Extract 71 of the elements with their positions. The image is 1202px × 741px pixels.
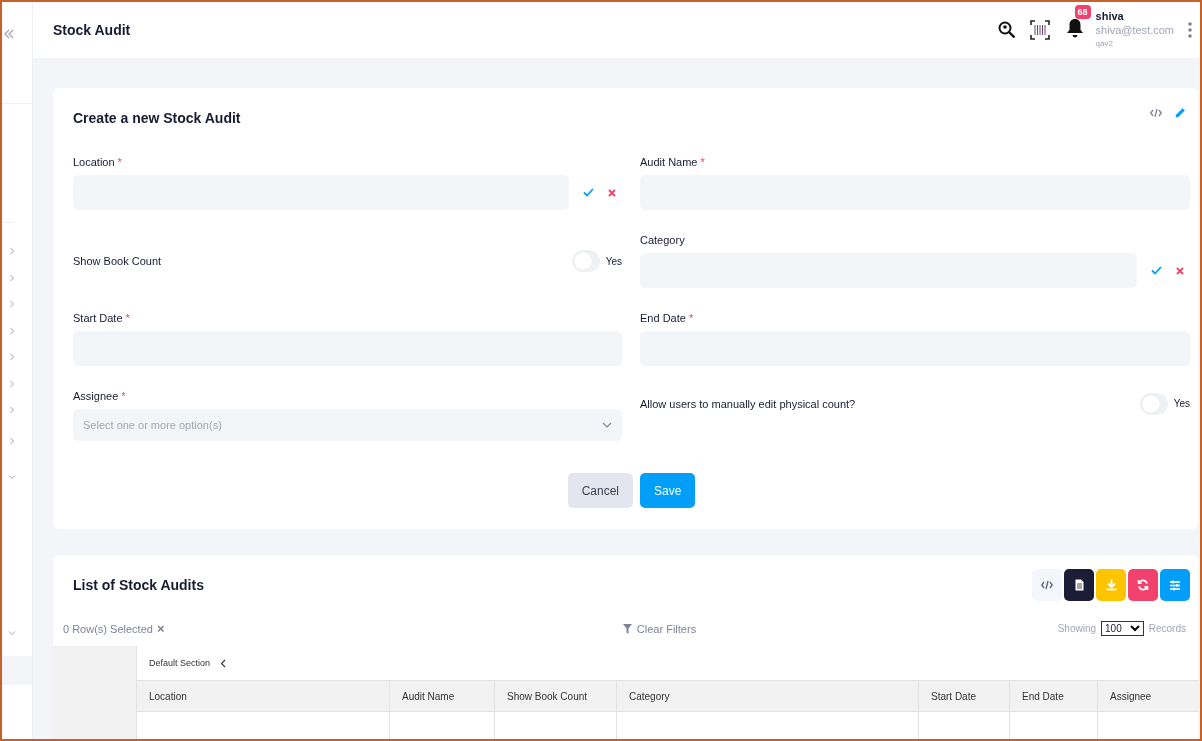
showing-label: Showing [1057,623,1097,634]
bell-icon[interactable] [1065,18,1084,38]
form-title: Create a new Stock Audit [73,110,241,126]
toggle-value-label: Yes [1173,398,1190,409]
field-label: Start Date [73,312,123,324]
document-button[interactable] [1064,569,1094,601]
check-icon[interactable] [583,188,594,197]
column-header[interactable]: Show Book Count [494,680,616,712]
required-marker: * [700,156,705,168]
collapse-icon[interactable] [4,29,14,39]
code-button[interactable] [1032,569,1062,601]
close-icon[interactable] [608,188,616,197]
chevron-right-icon[interactable] [8,300,16,309]
column-header[interactable]: Start Date [918,680,1009,712]
close-icon[interactable] [1176,266,1184,275]
page-title: Stock Audit [53,22,131,38]
column-header[interactable]: Category [616,680,918,712]
required-marker: * [121,390,126,402]
columns-button[interactable] [1160,569,1190,601]
cancel-button[interactable]: Cancel [567,473,633,508]
chevron-right-icon[interactable] [8,326,16,335]
column-header[interactable]: Location [136,680,389,712]
chevron-left-icon[interactable] [220,658,227,668]
field-label: Location [73,156,115,168]
download-icon [1105,579,1117,591]
clear-selection-button[interactable]: × [156,621,165,636]
list-title: List of Stock Audits [73,577,204,593]
barcode-scan-icon[interactable] [1029,20,1050,40]
check-icon[interactable] [1151,266,1162,275]
search-icon[interactable] [997,21,1016,39]
user-name: shiva [1095,9,1125,23]
required-marker: * [125,312,130,324]
field-label: Category [640,234,685,246]
page-size-select[interactable]: 100 [1101,621,1144,636]
sliders-icon [1169,579,1181,591]
field-label: Assignee [73,390,119,402]
chevron-right-icon[interactable] [8,273,16,282]
chevron-down-icon[interactable] [8,629,16,638]
field-label: End Date [640,312,686,324]
notification-badge: 68 [1074,5,1091,19]
refresh-icon [1137,579,1149,591]
toggle-label: Show Book Count [73,255,163,267]
required-marker: * [688,312,694,324]
chevron-right-icon[interactable] [8,353,16,362]
pencil-icon[interactable] [1175,107,1186,118]
chevron-down-icon[interactable] [8,472,16,481]
more-options-icon[interactable] [1188,22,1192,38]
column-header[interactable]: End Date [1009,680,1097,712]
toggle-value-label: Yes [605,255,622,267]
section-label: Default Section [149,658,211,668]
required-marker: * [117,156,122,168]
column-header[interactable]: Audit Name [389,680,494,712]
clear-filters-button[interactable]: Clear Filters [622,622,697,635]
code-icon[interactable] [1150,107,1162,118]
chevron-right-icon[interactable] [8,436,16,445]
user-organization: qav2 [1095,38,1114,50]
chevron-right-icon[interactable] [8,247,16,256]
refresh-button[interactable] [1128,569,1158,601]
chevron-right-icon[interactable] [8,406,16,415]
toggle-label: Allow users to manually edit physical count? [640,397,857,410]
field-label: Audit Name [640,156,698,168]
user-email: shiva@test.com [1095,23,1174,37]
chevron-right-icon[interactable] [8,379,16,388]
filter-icon [622,623,632,634]
code-icon [1041,580,1053,590]
records-label: Records [1148,623,1186,634]
selected-rows-count: 0 Row(s) Selected [63,622,153,635]
chevron-down-icon [602,422,612,428]
column-header[interactable]: Assignee [1097,680,1199,712]
chevron-down-icon [1129,625,1140,632]
document-icon [1074,579,1084,591]
